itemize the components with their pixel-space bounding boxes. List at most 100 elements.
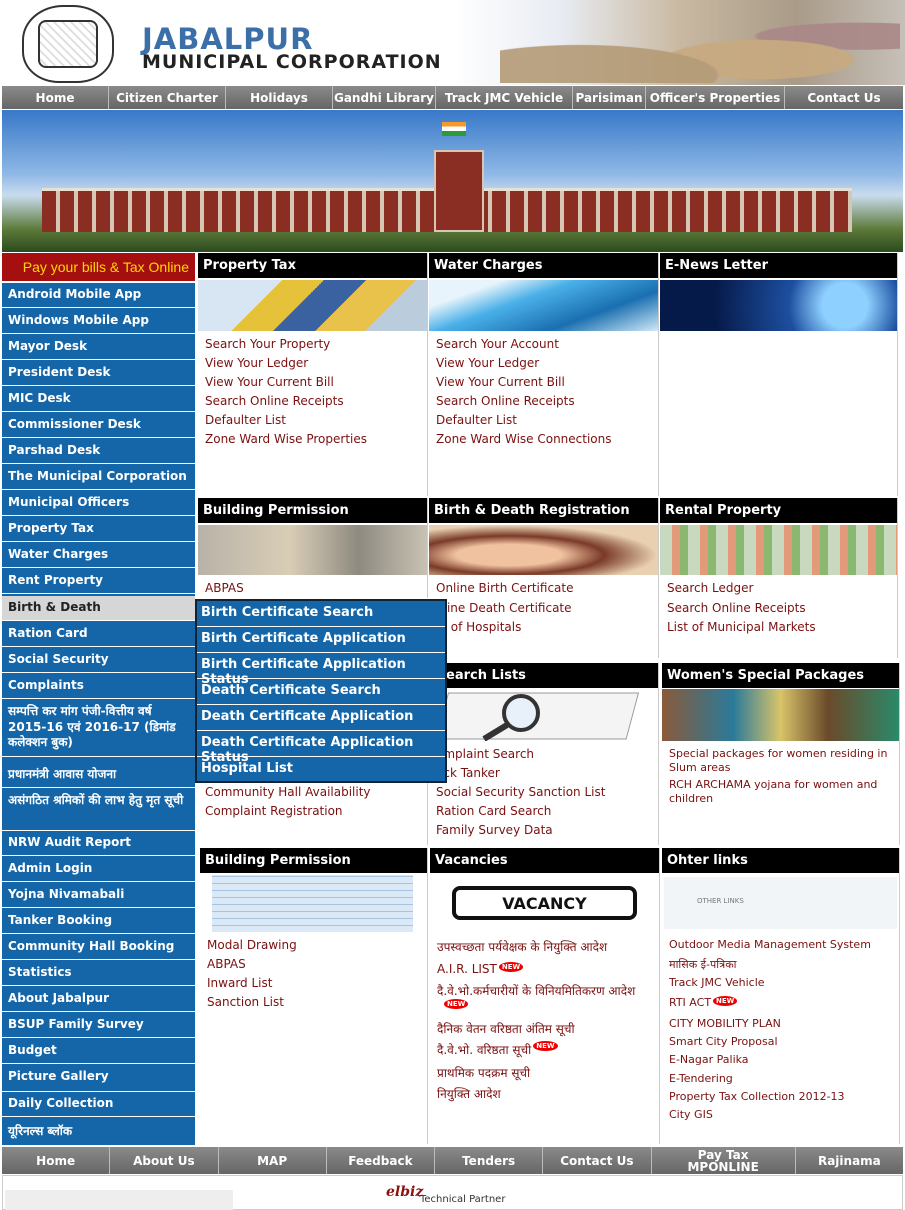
link-sanction-list[interactable]: Sanction List xyxy=(207,995,284,1009)
link-online-receipts[interactable]: Search Online Receipts xyxy=(436,394,575,408)
jmc-logo[interactable] xyxy=(22,5,114,83)
link-slum-packages[interactable]: Special packages for women residing in S… xyxy=(669,747,897,776)
nav-contact-us[interactable]: Contact Us xyxy=(785,86,903,109)
nav-home[interactable]: Home xyxy=(2,86,109,109)
link-defaulter-list[interactable]: Defaulter List xyxy=(205,413,286,427)
menu-demand-collection-book[interactable]: सम्पत्ति कर मांग पंजी-वित्तीय वर्ष 2015-… xyxy=(2,700,195,757)
flyout-hospital-list[interactable]: Hospital List xyxy=(197,757,445,783)
link-zone-ward-properties[interactable]: Zone Ward Wise Properties xyxy=(205,432,367,446)
menu-nrw-audit-report[interactable]: NRW Audit Report xyxy=(2,831,195,856)
menu-community-hall-booking[interactable]: Community Hall Booking xyxy=(2,935,195,960)
link-outdoor-media[interactable]: Outdoor Media Management System xyxy=(669,938,871,951)
link-search-online-receipts[interactable]: Search Online Receipts xyxy=(667,601,806,615)
link-abpas[interactable]: ABPAS xyxy=(205,581,244,595)
link-complaint-registration[interactable]: Complaint Registration xyxy=(205,804,343,818)
link-regularization-order[interactable]: दै.वे.भो.कर्मचारीयों के विनियमितिकरण आदे… xyxy=(437,982,635,999)
menu-mic-desk[interactable]: MIC Desk xyxy=(2,387,195,412)
link-seniority-list[interactable]: दै.वे.भो. वरिष्ठता सूची xyxy=(437,1043,531,1057)
footer-nav-feedback[interactable]: Feedback xyxy=(326,1147,435,1174)
footer-nav-contact-us[interactable]: Contact Us xyxy=(543,1147,652,1174)
link-appointment-order[interactable]: नियुक्ति आदेश xyxy=(437,1085,501,1102)
menu-android-app[interactable]: Android Mobile App xyxy=(2,283,195,308)
link-city-mobility-plan[interactable]: CITY MOBILITY PLAN xyxy=(669,1017,781,1030)
menu-pm-awas-yojana[interactable]: प्रधानमंत्री आवास योजना xyxy=(2,758,195,788)
link-rti-act[interactable]: RTI ACT xyxy=(669,996,711,1009)
link-upswachhta-appointment[interactable]: उपस्वच्छता पर्यवेक्षक के नियुक्ति आदेश xyxy=(437,938,607,955)
menu-admin-login[interactable]: Admin Login xyxy=(2,857,195,882)
menu-bsup-family-survey[interactable]: BSUP Family Survey xyxy=(2,1013,195,1038)
menu-daily-collection[interactable]: Daily Collection xyxy=(2,1092,195,1117)
menu-yojna-nivamabali[interactable]: Yojna Nivamabali xyxy=(2,883,195,908)
link-search-account[interactable]: Search Your Account xyxy=(436,337,559,351)
flyout-birth-cert-application[interactable]: Birth Certificate Application xyxy=(197,627,445,653)
nav-parisiman[interactable]: Parisiman xyxy=(573,86,646,109)
link-inward-list[interactable]: Inward List xyxy=(207,976,272,990)
flyout-birth-cert-status[interactable]: Birth Certificate Application Status xyxy=(197,653,445,687)
link-monthly-epatrika[interactable]: मासिक ई-पत्रिका xyxy=(669,957,737,972)
link-air-list[interactable]: A.I.R. LIST xyxy=(437,962,497,976)
link-online-receipts[interactable]: Search Online Receipts xyxy=(205,394,344,408)
link-municipal-markets[interactable]: List of Municipal Markets xyxy=(667,620,816,634)
menu-mayor-desk[interactable]: Mayor Desk xyxy=(2,335,195,360)
menu-about-jabalpur[interactable]: About Jabalpur xyxy=(2,987,195,1012)
nav-citizen-charter[interactable]: Citizen Charter xyxy=(109,86,226,109)
link-ration-card-search[interactable]: Ration Card Search xyxy=(436,804,551,818)
footer-nav-pay-tax[interactable]: Pay Tax MPONLINE xyxy=(651,1147,796,1174)
nav-gandhi-library[interactable]: Gandhi Library xyxy=(333,86,436,109)
link-property-tax-collection[interactable]: Property Tax Collection 2012-13 xyxy=(669,1090,845,1103)
link-family-survey-data[interactable]: Family Survey Data xyxy=(436,823,553,837)
menu-budget[interactable]: Budget xyxy=(2,1039,195,1064)
menu-municipal-corporation[interactable]: The Municipal Corporation xyxy=(2,465,195,490)
nav-track-jmc-vehicle[interactable]: Track JMC Vehicle xyxy=(436,86,573,109)
footer-nav-about-us[interactable]: About Us xyxy=(110,1147,219,1174)
menu-birth-death[interactable]: Birth & Death xyxy=(2,596,195,621)
menu-tanker-booking[interactable]: Tanker Booking xyxy=(2,909,195,934)
link-list-of-hospitals[interactable]: st of Hospitals xyxy=(436,620,521,634)
menu-commissioner-desk[interactable]: Commissioner Desk xyxy=(2,413,195,438)
link-defaulter-list[interactable]: Defaulter List xyxy=(436,413,517,427)
link-social-security-sanction[interactable]: Social Security Sanction List xyxy=(436,785,605,799)
menu-urinals-block[interactable]: यूरिनल्स ब्लॉक xyxy=(2,1118,195,1146)
link-e-nagar-palika[interactable]: E-Nagar Palika xyxy=(669,1053,749,1066)
link-zone-ward-connections[interactable]: Zone Ward Wise Connections xyxy=(436,432,612,446)
link-view-ledger[interactable]: View Your Ledger xyxy=(205,356,308,370)
link-complaint-search[interactable]: omplaint Search xyxy=(436,747,534,761)
link-search-ledger[interactable]: Search Ledger xyxy=(667,581,753,595)
menu-municipal-officers[interactable]: Municipal Officers xyxy=(2,491,195,516)
menu-unorganized-workers-list[interactable]: असंगठित श्रमिकों की लाभ हेतु मृत सूची xyxy=(2,789,195,831)
link-community-hall-availability[interactable]: Community Hall Availability xyxy=(205,785,371,799)
link-modal-drawing[interactable]: Modal Drawing xyxy=(207,938,297,952)
menu-complaints[interactable]: Complaints xyxy=(2,674,195,699)
footer-nav-rajinama[interactable]: Rajinama xyxy=(795,1147,903,1174)
footer-nav-map[interactable]: MAP xyxy=(218,1147,327,1174)
link-city-gis[interactable]: City GIS xyxy=(669,1108,713,1121)
menu-ration-card[interactable]: Ration Card xyxy=(2,622,195,647)
menu-parshad-desk[interactable]: Parshad Desk xyxy=(2,439,195,464)
flyout-birth-cert-search[interactable]: Birth Certificate Search xyxy=(197,601,445,627)
flyout-death-cert-status[interactable]: Death Certificate Application Status xyxy=(197,731,445,765)
menu-social-security[interactable]: Social Security xyxy=(2,648,195,673)
nav-officers-properties[interactable]: Officer's Properties xyxy=(646,86,785,109)
footer-nav-home[interactable]: Home xyxy=(2,1147,111,1174)
pay-bills-banner[interactable]: Pay your bills & Tax Online xyxy=(2,253,195,281)
link-smart-city-proposal[interactable]: Smart City Proposal xyxy=(669,1035,778,1048)
link-current-bill[interactable]: View Your Current Bill xyxy=(205,375,334,389)
elbiz-logo[interactable]: elbiz xyxy=(386,1184,423,1200)
flyout-death-cert-search[interactable]: Death Certificate Search xyxy=(197,679,445,705)
link-current-bill[interactable]: View Your Current Bill xyxy=(436,375,565,389)
menu-rent-property[interactable]: Rent Property xyxy=(2,569,195,594)
link-view-ledger[interactable]: View Your Ledger xyxy=(436,356,539,370)
link-abpas[interactable]: ABPAS xyxy=(207,957,246,971)
link-online-death-certificate[interactable]: nline Death Certificate xyxy=(436,601,572,615)
menu-picture-gallery[interactable]: Picture Gallery xyxy=(2,1065,195,1092)
link-daily-wage-seniority-final[interactable]: दैनिक वेतन वरिष्ठता अंतिम सूची xyxy=(437,1020,575,1037)
nav-holidays[interactable]: Holidays xyxy=(226,86,333,109)
menu-statistics[interactable]: Statistics xyxy=(2,961,195,986)
flyout-death-cert-application[interactable]: Death Certificate Application xyxy=(197,705,445,731)
footer-nav-tenders[interactable]: Tenders xyxy=(435,1147,544,1174)
link-online-birth-certificate[interactable]: Online Birth Certificate xyxy=(436,581,573,595)
link-e-tendering[interactable]: E-Tendering xyxy=(669,1072,733,1085)
menu-water-charges[interactable]: Water Charges xyxy=(2,543,195,568)
link-primary-rank-list[interactable]: प्राथमिक पदक्रम सूची xyxy=(437,1064,530,1081)
link-track-jmc-vehicle[interactable]: Track JMC Vehicle xyxy=(669,976,765,989)
